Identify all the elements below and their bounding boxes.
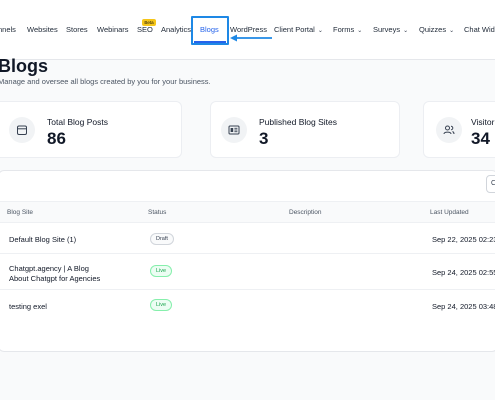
arrow-left-icon (230, 34, 272, 42)
highlight-box (191, 16, 229, 45)
stat-card-visitors: Visitor 34 (423, 101, 495, 158)
beta-badge: Beta (142, 19, 156, 26)
stat-label: Visitor (471, 117, 495, 127)
last-updated: Sep 24, 2025 03:48 (432, 302, 495, 311)
nav-item-stores[interactable]: Stores (66, 25, 88, 34)
users-icon (436, 117, 462, 143)
column-header-last-updated[interactable]: Last Updated (430, 209, 469, 216)
status-badge: Draft (150, 233, 174, 245)
article-icon (221, 117, 247, 143)
blog-site-name[interactable]: Chatgpt.agency | A Blog (9, 264, 89, 273)
column-header-description[interactable]: Description (289, 209, 322, 216)
stat-card-total-posts: Total Blog Posts 86 (0, 101, 182, 158)
table-header (0, 201, 495, 223)
nav-item-seo[interactable]: SEO (137, 25, 153, 34)
stat-value: 34 (471, 129, 490, 148)
blog-site-name-cont[interactable]: About Chatgpt for Agencies (9, 274, 100, 283)
nav-item-forms-label: Forms (333, 25, 355, 34)
nav-item-client-portal[interactable]: Client Portal ⌄ (274, 25, 323, 34)
page-title: Blogs (0, 56, 49, 76)
blog-site-name[interactable]: testing exel (9, 302, 47, 311)
stat-label: Total Blog Posts (47, 117, 108, 127)
chevron-down-icon: ⌄ (317, 28, 323, 34)
stat-value: 86 (47, 129, 66, 148)
blog-sites-table (0, 170, 495, 352)
stat-card-published-sites: Published Blog Sites 3 (210, 101, 400, 158)
table-action-button[interactable]: C (486, 175, 495, 193)
nav-item-surveys-label: Surveys (373, 25, 401, 34)
status-badge: Live (150, 299, 173, 311)
calendar-icon (9, 117, 35, 143)
last-updated: Sep 22, 2025 02:23 (432, 235, 495, 244)
blog-site-name[interactable]: Default Blog Site (1) (9, 235, 76, 244)
column-header-status[interactable]: Status (148, 209, 166, 216)
nav-item-client-portal-label: Client Portal (274, 25, 315, 34)
row-divider (0, 253, 495, 254)
top-navigation: nnels Websites Stores Webinars SEO Beta … (0, 0, 495, 60)
chevron-down-icon: ⌄ (357, 28, 363, 34)
chevron-down-icon: ⌄ (449, 28, 455, 34)
nav-item-surveys[interactable]: Surveys ⌄ (373, 25, 408, 34)
chevron-down-icon: ⌄ (403, 28, 409, 34)
nav-item-quizzes[interactable]: Quizzes ⌄ (419, 25, 454, 34)
status-badge: Live (150, 265, 173, 277)
nav-item-forms[interactable]: Forms ⌄ (333, 25, 362, 34)
row-divider (0, 289, 495, 290)
last-updated: Sep 24, 2025 02:55 (432, 268, 495, 277)
stat-label: Published Blog Sites (259, 117, 337, 127)
nav-item-websites[interactable]: Websites (27, 25, 58, 34)
nav-item-chat-widget[interactable]: Chat Widg (464, 25, 495, 34)
nav-item-webinars[interactable]: Webinars (97, 25, 129, 34)
nav-item-quizzes-label: Quizzes (419, 25, 447, 34)
nav-item-funnels[interactable]: nnels (0, 25, 16, 34)
stat-value: 3 (259, 129, 269, 148)
page-subtitle: Manage and oversee all blogs created by … (0, 77, 211, 86)
nav-item-analytics[interactable]: Analytics (161, 25, 191, 34)
column-header-blog-site[interactable]: Blog Site (7, 209, 33, 216)
